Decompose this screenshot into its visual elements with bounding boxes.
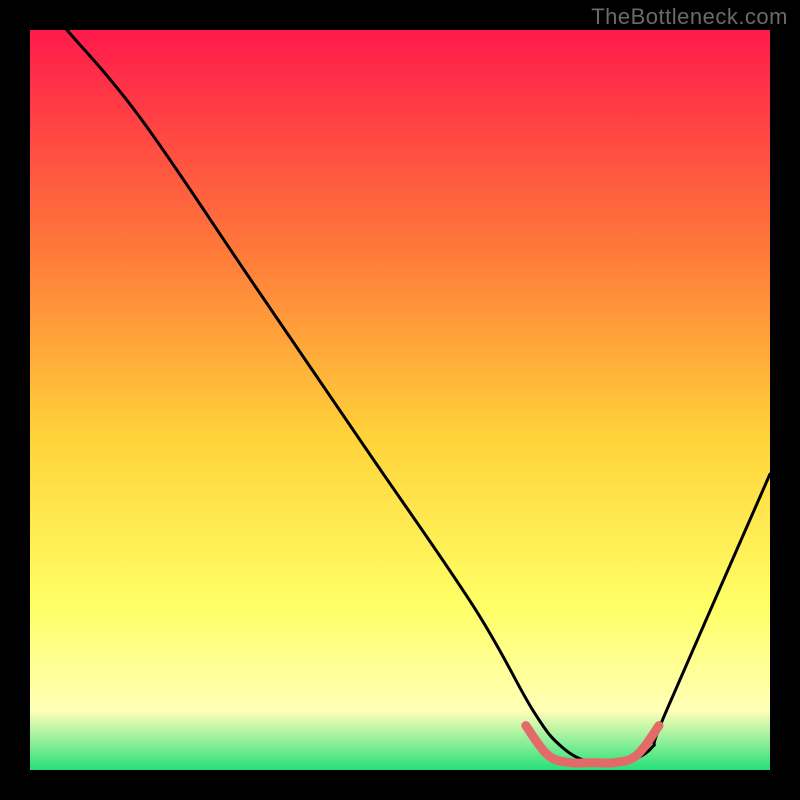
chart-stage: TheBottleneck.com xyxy=(0,0,800,800)
watermark-text: TheBottleneck.com xyxy=(591,4,788,30)
bottleneck-chart xyxy=(0,0,800,800)
plot-background xyxy=(30,30,770,770)
